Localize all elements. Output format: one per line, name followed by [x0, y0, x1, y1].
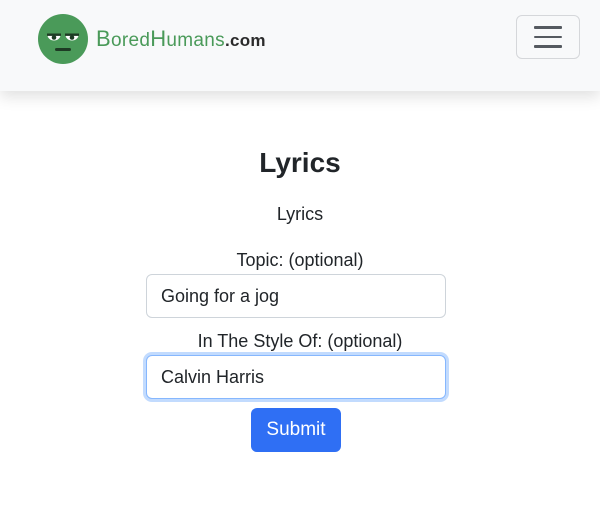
topic-label: Topic: (optional): [236, 250, 364, 270]
brand-logo-link[interactable]: BoredHumans.com: [38, 14, 266, 64]
page-title: Lyrics: [259, 147, 341, 178]
hamburger-menu-icon: [534, 35, 562, 39]
brand-name-part2: umans: [166, 30, 225, 51]
hamburger-menu-icon: [534, 45, 562, 48]
brand-initial-h: H: [150, 26, 167, 51]
brand-initial-b: B: [96, 26, 111, 51]
style-input[interactable]: [146, 355, 446, 399]
hamburger-menu-icon: [534, 26, 562, 29]
navbar: BoredHumans.com: [0, 0, 600, 91]
brand-name: BoredHumans.com: [96, 26, 266, 52]
topic-input[interactable]: [146, 274, 446, 318]
brand-suffix: .com: [224, 31, 266, 50]
bored-face-icon: [38, 14, 88, 64]
brand-name-part1: ored: [110, 30, 151, 51]
page-subtitle: Lyrics: [276, 204, 324, 224]
style-label: In The Style Of: (optional): [197, 331, 403, 351]
submit-button[interactable]: Submit: [251, 408, 341, 452]
menu-toggle-button[interactable]: [516, 15, 580, 59]
